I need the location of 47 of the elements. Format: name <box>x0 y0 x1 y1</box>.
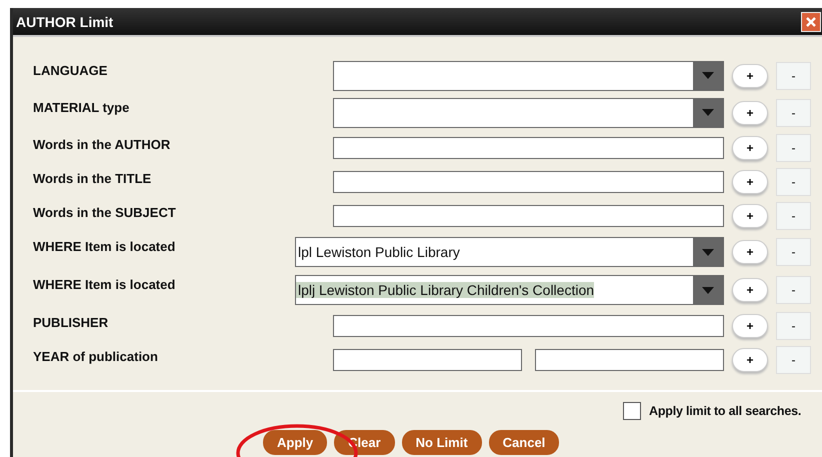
add-button[interactable]: + <box>732 64 768 88</box>
remove-button[interactable]: - <box>776 312 811 340</box>
add-button[interactable]: + <box>732 100 768 124</box>
dropdown-value: lpl Lewiston Public Library <box>297 244 461 260</box>
action-button[interactable]: No Limit <box>402 430 482 455</box>
add-button[interactable]: + <box>732 136 768 160</box>
remove-button[interactable]: - <box>776 168 811 196</box>
remove-button[interactable]: - <box>776 62 811 90</box>
remove-button[interactable]: - <box>776 276 811 304</box>
add-button[interactable]: + <box>732 314 768 338</box>
add-button[interactable]: + <box>732 170 768 194</box>
field-label: PUBLISHER <box>33 314 108 330</box>
input-field[interactable] <box>333 137 724 159</box>
input-field[interactable] <box>333 315 724 337</box>
remove-button[interactable]: - <box>776 238 811 266</box>
remove-button[interactable]: - <box>776 134 811 162</box>
input-field[interactable] <box>333 349 522 371</box>
window-title: AUTHOR Limit <box>15 14 114 30</box>
add-button[interactable]: + <box>732 204 768 228</box>
field-label: WHERE Item is located <box>33 276 176 292</box>
field-label: LANGUAGE <box>33 62 108 78</box>
close-icon <box>805 16 817 28</box>
field-label: WHERE Item is located <box>33 238 176 254</box>
input-field[interactable] <box>333 205 724 227</box>
close-button[interactable] <box>801 12 821 32</box>
action-button[interactable]: Apply <box>263 430 328 455</box>
field-label: Words in the TITLE <box>33 170 152 186</box>
remove-button[interactable]: - <box>776 98 811 126</box>
field-label: MATERIAL type <box>33 99 130 115</box>
dropdown-field[interactable] <box>333 60 724 90</box>
dropdown-value: lplj Lewiston Public Library Children's Collection <box>296 282 594 298</box>
input-field[interactable] <box>333 171 724 193</box>
add-button[interactable]: + <box>732 240 768 264</box>
checkbox[interactable] <box>623 402 641 420</box>
input-field[interactable] <box>535 349 724 371</box>
dropdown-field[interactable]: lplj Lewiston Public Library Children's Collection <box>295 275 724 305</box>
field-label: Words in the SUBJECT <box>33 204 176 220</box>
dropdown-field[interactable]: lpl Lewiston Public Library <box>295 237 724 267</box>
remove-button[interactable]: - <box>776 346 811 374</box>
remove-button[interactable]: - <box>776 202 811 230</box>
action-button[interactable]: Cancel <box>488 430 560 455</box>
add-button[interactable]: + <box>732 348 768 372</box>
dropdown-field[interactable] <box>333 98 724 128</box>
add-button[interactable]: + <box>732 278 768 302</box>
checkbox-label: Apply limit to all searches. <box>649 404 802 418</box>
field-label: Words in the AUTHOR <box>33 136 170 152</box>
field-label: YEAR of publication <box>33 348 158 364</box>
